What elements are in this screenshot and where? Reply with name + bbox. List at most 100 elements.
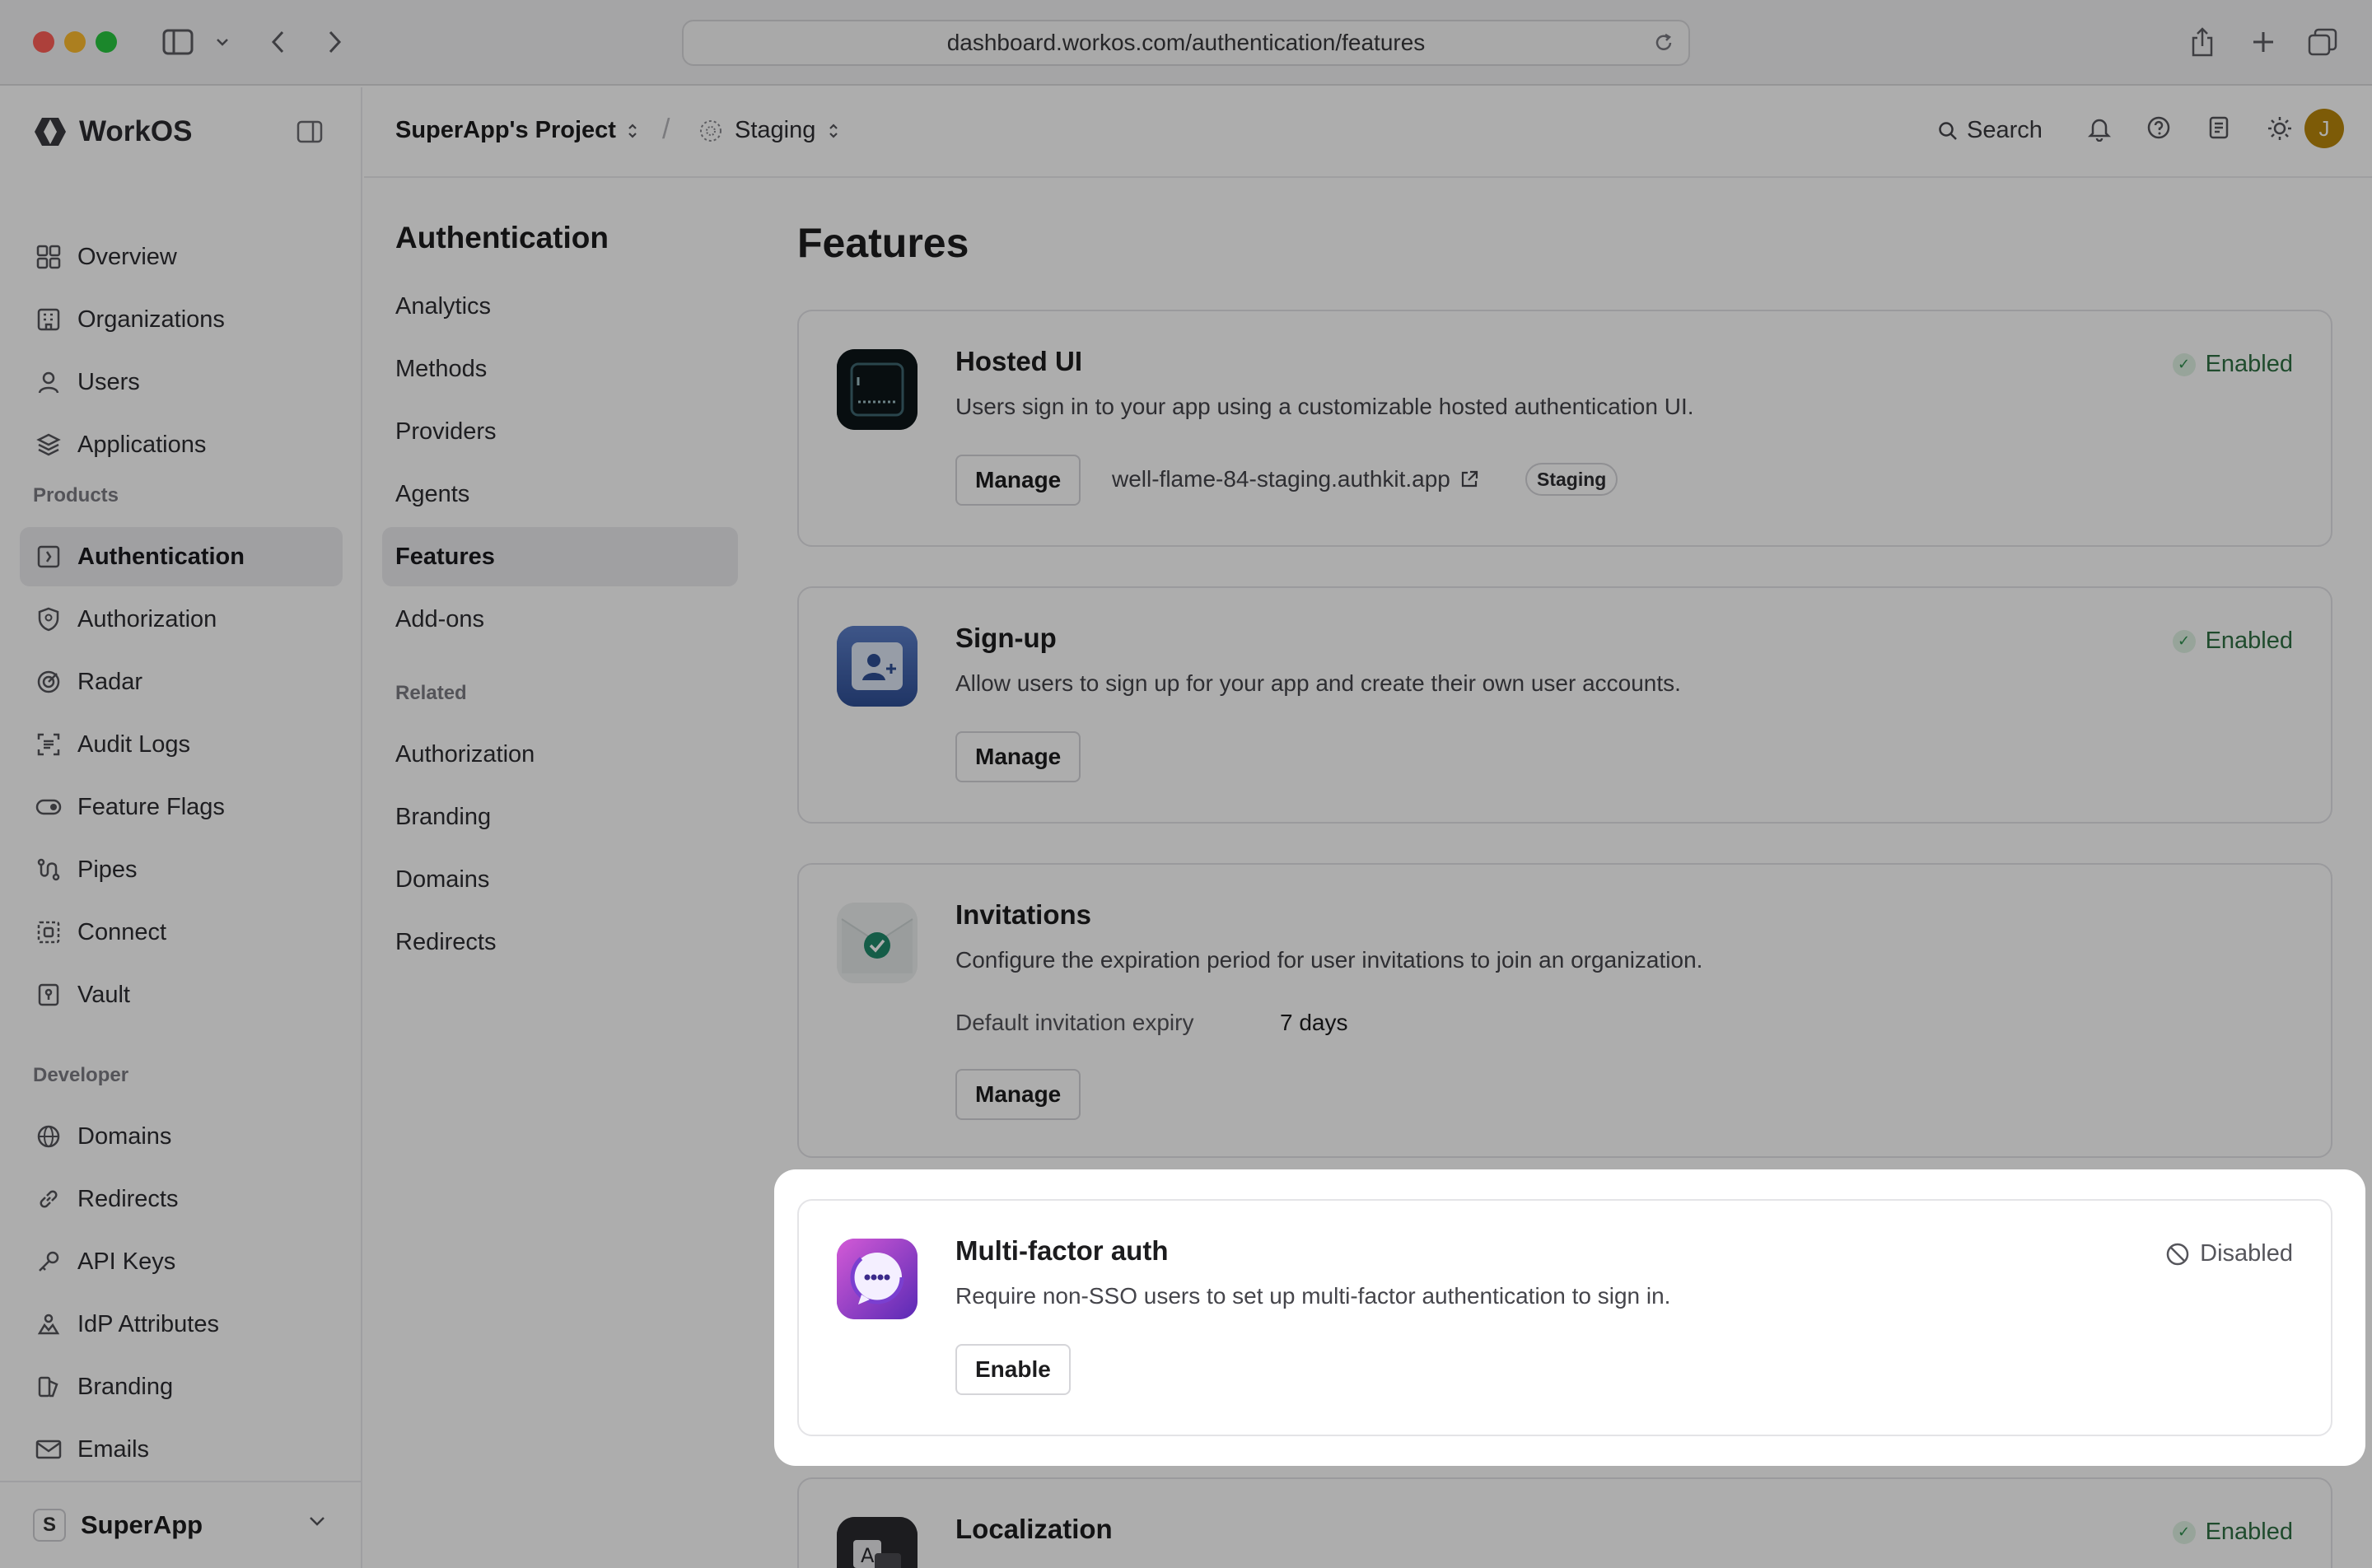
chevron-down-icon[interactable] bbox=[214, 21, 231, 63]
manage-button[interactable]: Manage bbox=[955, 455, 1081, 506]
sidebar-toggle-icon[interactable] bbox=[160, 21, 196, 63]
zoom-window-button[interactable] bbox=[96, 31, 117, 53]
shield-icon bbox=[35, 605, 63, 633]
globe-icon bbox=[35, 1122, 63, 1150]
sidebar-item-authorization[interactable]: Authorization bbox=[20, 590, 343, 649]
key-icon bbox=[35, 1248, 63, 1276]
sidebar-item-vault[interactable]: Vault bbox=[20, 965, 343, 1024]
check-icon: ✓ bbox=[2172, 1520, 2196, 1544]
invitations-envelope-icon bbox=[837, 903, 918, 983]
subnav-related-redirects[interactable]: Redirects bbox=[382, 912, 738, 972]
page-title: Features bbox=[797, 220, 969, 266]
sidebar-item-idp-attributes[interactable]: IdP Attributes bbox=[20, 1295, 343, 1354]
sidebar-item-label: Connect bbox=[77, 918, 167, 945]
sidebar-item-label: Vault bbox=[77, 981, 130, 1008]
close-window-button[interactable] bbox=[33, 31, 54, 53]
forward-icon[interactable] bbox=[323, 21, 348, 63]
top-header: SuperApp's Project / Staging Search J bbox=[364, 87, 2372, 178]
grid-icon bbox=[35, 243, 63, 271]
subnav-related-domains[interactable]: Domains bbox=[382, 850, 738, 909]
minimize-window-button[interactable] bbox=[64, 31, 86, 53]
breadcrumb-separator: / bbox=[662, 114, 670, 145]
avatar[interactable]: J bbox=[2304, 109, 2344, 148]
sidebar-item-radar[interactable]: Radar bbox=[20, 652, 343, 712]
domain-text: well-flame-84-staging.authkit.app bbox=[1112, 466, 1450, 492]
external-link-icon bbox=[1461, 470, 1478, 488]
subnav-item-add-ons[interactable]: Add-ons bbox=[382, 590, 738, 649]
invitation-expiry-label: Default invitation expiry bbox=[955, 1010, 1194, 1035]
sidebar-item-users[interactable]: Users bbox=[20, 352, 343, 412]
environment-switcher[interactable]: Staging bbox=[698, 117, 840, 144]
address-bar[interactable]: dashboard.workos.com/authentication/feat… bbox=[682, 20, 1690, 66]
workspace-badge: S bbox=[33, 1509, 66, 1542]
status-badge: Disabled bbox=[2165, 1240, 2293, 1267]
subnav-item-providers[interactable]: Providers bbox=[382, 402, 738, 461]
workos-logo-icon bbox=[35, 118, 66, 146]
project-name: SuperApp's Project bbox=[395, 117, 616, 143]
tab-overview-icon[interactable] bbox=[2306, 21, 2339, 63]
new-tab-icon[interactable] bbox=[2247, 21, 2280, 63]
user-icon bbox=[35, 368, 63, 396]
sidebar-item-label: Branding bbox=[77, 1373, 174, 1400]
browser-toolbar: dashboard.workos.com/authentication/feat… bbox=[0, 0, 2372, 86]
theme-sun-icon[interactable] bbox=[2267, 115, 2293, 146]
environment-badge: Staging bbox=[1525, 463, 1618, 496]
sign-up-logo-icon bbox=[837, 626, 918, 707]
feature-card-sign-up: Sign-up Allow users to sign up for your … bbox=[797, 586, 2332, 824]
feature-card-multi-factor-auth: Multi-factor auth Require non-SSO users … bbox=[797, 1199, 2332, 1436]
sidebar-item-label: Domains bbox=[77, 1122, 172, 1150]
sidebar-item-redirects[interactable]: Redirects bbox=[20, 1169, 343, 1229]
chevron-updown-icon bbox=[829, 123, 838, 138]
radar-icon bbox=[35, 668, 63, 696]
search-label: Search bbox=[1967, 117, 2043, 143]
sidebar-item-authentication[interactable]: Authentication bbox=[20, 527, 343, 586]
sidebar-item-applications[interactable]: Applications bbox=[20, 415, 343, 474]
feature-card-invitations: Invitations Configure the expiration per… bbox=[797, 863, 2332, 1158]
sidebar-item-audit-logs[interactable]: Audit Logs bbox=[20, 715, 343, 774]
docs-icon[interactable] bbox=[2207, 115, 2230, 144]
share-icon[interactable] bbox=[2186, 21, 2219, 63]
workos-logo[interactable]: WorkOS bbox=[33, 115, 192, 148]
sidebar-item-pipes[interactable]: Pipes bbox=[20, 840, 343, 899]
feature-title: Hosted UI bbox=[955, 346, 1083, 376]
disabled-icon bbox=[2166, 1243, 2189, 1265]
enable-button[interactable]: Enable bbox=[955, 1344, 1071, 1395]
auth-icon bbox=[35, 543, 63, 571]
sidebar-item-organizations[interactable]: Organizations bbox=[20, 290, 343, 349]
subnav-related-authorization[interactable]: Authorization bbox=[382, 725, 738, 784]
sidebar-item-label: Emails bbox=[77, 1435, 150, 1463]
sidebar-item-api-keys[interactable]: API Keys bbox=[20, 1232, 343, 1291]
subnav-item-features[interactable]: Features bbox=[382, 527, 738, 586]
help-icon[interactable] bbox=[2146, 115, 2171, 144]
brand-name: WorkOS bbox=[79, 115, 193, 147]
sidebar-item-connect[interactable]: Connect bbox=[20, 903, 343, 962]
status-badge: ✓ Enabled bbox=[2172, 351, 2293, 378]
status-badge: ✓ Enabled bbox=[2172, 1519, 2293, 1546]
sidebar-item-overview[interactable]: Overview bbox=[20, 227, 343, 287]
subnav-related-branding[interactable]: Branding bbox=[382, 787, 738, 847]
bell-icon[interactable] bbox=[2087, 115, 2112, 146]
sidebar-item-domains[interactable]: Domains bbox=[20, 1107, 343, 1166]
feature-title: Sign-up bbox=[955, 623, 1057, 653]
subnav-item-analytics[interactable]: Analytics bbox=[382, 277, 738, 336]
manage-button[interactable]: Manage bbox=[955, 1069, 1081, 1120]
building-icon bbox=[35, 306, 63, 334]
search-button[interactable]: Search bbox=[1937, 117, 2043, 144]
subnav-item-methods[interactable]: Methods bbox=[382, 339, 738, 399]
authkit-domain-link[interactable]: well-flame-84-staging.authkit.app bbox=[1112, 466, 1480, 492]
feature-description: Users sign in to your app using a custom… bbox=[955, 394, 1694, 419]
sidebar-item-emails[interactable]: Emails bbox=[20, 1420, 343, 1479]
sidebar-item-feature-flags[interactable]: Feature Flags bbox=[20, 777, 343, 837]
sidebar-item-label: Overview bbox=[77, 243, 177, 270]
manage-button[interactable]: Manage bbox=[955, 731, 1081, 782]
workspace-switcher[interactable]: S SuperApp bbox=[0, 1481, 362, 1568]
feature-description: Allow users to sign up for your app and … bbox=[955, 670, 1681, 696]
subnav-item-agents[interactable]: Agents bbox=[382, 464, 738, 524]
project-switcher[interactable]: SuperApp's Project bbox=[395, 117, 639, 144]
reload-icon[interactable] bbox=[1652, 31, 1675, 60]
sidebar-item-label: Audit Logs bbox=[77, 730, 191, 758]
sidebar-item-branding[interactable]: Branding bbox=[20, 1357, 343, 1416]
vault-icon bbox=[35, 981, 63, 1009]
collapse-sidebar-icon[interactable] bbox=[296, 120, 323, 147]
back-icon[interactable] bbox=[265, 21, 290, 63]
